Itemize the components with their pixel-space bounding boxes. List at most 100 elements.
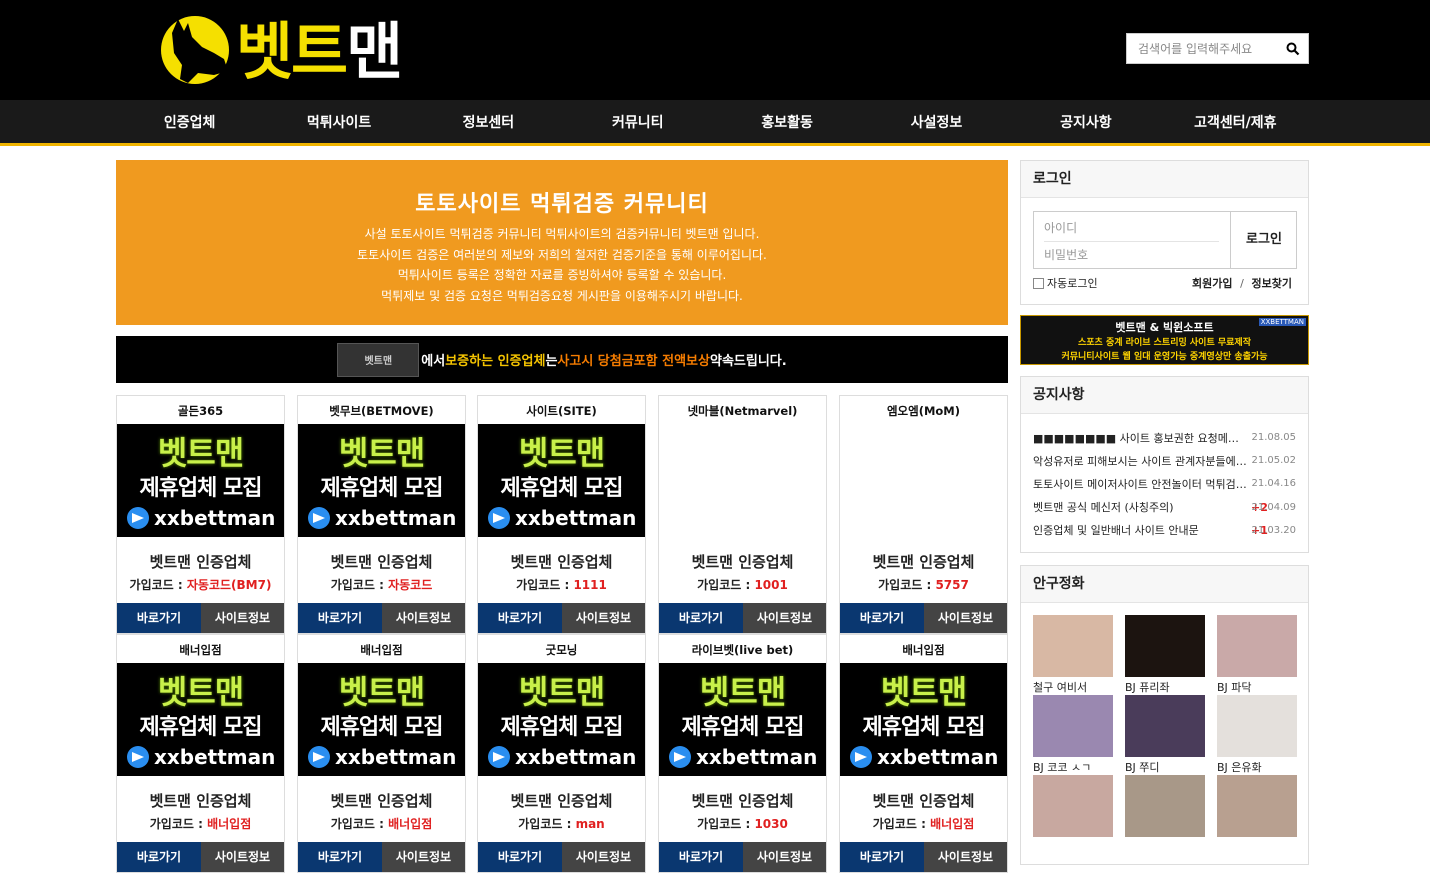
login-button[interactable]: 로그인 xyxy=(1230,212,1297,268)
gallery-item[interactable]: BJ 쭈디 xyxy=(1125,695,1207,775)
notice-item[interactable]: ■■■■■■■■ 사이트 홍보권한 요청메뉴 안내 21.08.05 xyxy=(1021,426,1308,449)
hero-banner: 토토사이트 먹튀검증 커뮤니티 사설 토토사이트 먹튀검증 커뮤니티 먹튀사이트… xyxy=(116,160,1008,325)
certified-card: 라이브벳(live bet) 벳트맨 제휴업체 모집 xxbettman 벳트맨 인증업… xyxy=(658,634,827,873)
password-field[interactable] xyxy=(1034,241,1230,269)
gallery-thumbnail xyxy=(1217,615,1297,677)
gallery-thumbnail xyxy=(1033,695,1113,757)
banner-line-1: 벳트맨 xyxy=(880,673,967,711)
site-info-button[interactable]: 사이트정보 xyxy=(562,603,645,633)
card-name: 벳트맨 인증업체 xyxy=(330,553,433,571)
nav-item-support[interactable]: 고객센터/제휴 xyxy=(1161,100,1310,146)
gallery-item[interactable] xyxy=(1217,775,1299,839)
banner-line-1: 벳트맨 xyxy=(157,434,244,472)
go-button[interactable]: 바로가기 xyxy=(659,842,743,872)
card-banner[interactable] xyxy=(840,424,1007,537)
ad-line-2: 스포츠 중계 라이브 스트리밍 사이트 무료제작 xyxy=(1078,338,1251,348)
certified-card: 배너입점 벳트맨 제휴업체 모집 xxbettman 벳트맨 인증업체 가입코드 : 배너… xyxy=(839,634,1008,873)
card-code: 가입코드 : 배너입점 xyxy=(872,817,975,831)
nav-item-info-center[interactable]: 정보센터 xyxy=(414,100,563,146)
card-banner[interactable]: 벳트맨 제휴업체 모집 xxbettman xyxy=(659,663,826,776)
card-banner[interactable]: 벳트맨 제휴업체 모집 xxbettman xyxy=(117,424,284,537)
telegram-icon xyxy=(308,746,330,768)
card-banner[interactable] xyxy=(659,424,826,537)
auto-login-checkbox[interactable] xyxy=(1033,277,1044,289)
card-title: 넷마블(Netmarvel) xyxy=(687,404,798,418)
banner-line-2: 제휴업체 모집 xyxy=(681,715,804,740)
find-info-link[interactable]: 정보찾기 xyxy=(1252,277,1292,290)
guarantee-text: 는 xyxy=(545,354,558,369)
site-info-button[interactable]: 사이트정보 xyxy=(924,842,1007,872)
site-info-button[interactable]: 사이트정보 xyxy=(201,603,284,633)
certified-card: 넷마블(Netmarvel) 벳트맨 인증업체 가입코드 : 1001 바로가기 사이트… xyxy=(658,395,827,634)
card-code: 가입코드 : 1111 xyxy=(516,578,607,592)
site-logo[interactable]: 벳트맨 xyxy=(158,13,458,91)
telegram-icon xyxy=(669,746,691,768)
card-banner[interactable]: 벳트맨 제휴업체 모집 xxbettman xyxy=(478,424,645,537)
banner-line-2: 제휴업체 모집 xyxy=(320,476,443,501)
notice-item[interactable]: 인증업체 및 일반배너 사이트 안내문 +1 21.03.20 xyxy=(1021,519,1308,542)
notice-text: 토토사이트 메이저사이트 안전놀이터 먹튀검증 커뮤니티 xyxy=(1033,477,1248,491)
username-field[interactable] xyxy=(1034,214,1230,242)
certified-card: 배너입점 벳트맨 제휴업체 모집 xxbettman 벳트맨 인증업체 가입코드 : 배너… xyxy=(297,634,466,873)
gallery-item[interactable] xyxy=(1033,775,1115,839)
go-button[interactable]: 바로가기 xyxy=(840,842,924,872)
gallery-item[interactable]: BJ 은유화 xyxy=(1217,695,1299,775)
nav-item-private-info[interactable]: 사설정보 xyxy=(862,100,1011,146)
search-box xyxy=(1126,33,1309,64)
search-icon[interactable] xyxy=(1286,42,1300,56)
site-info-button[interactable]: 사이트정보 xyxy=(382,842,465,872)
notice-date: 21.04.09 xyxy=(1251,501,1296,513)
nav-item-notices[interactable]: 공지사항 xyxy=(1011,100,1160,146)
gallery-item[interactable]: BJ 파닥 xyxy=(1217,615,1299,695)
gallery-item[interactable] xyxy=(1125,775,1207,839)
nav-item-certified[interactable]: 인증업체 xyxy=(115,100,264,146)
go-button[interactable]: 바로가기 xyxy=(117,842,201,872)
go-button[interactable]: 바로가기 xyxy=(117,603,201,633)
site-info-button[interactable]: 사이트정보 xyxy=(743,603,826,633)
go-button[interactable]: 바로가기 xyxy=(478,842,562,872)
site-info-button[interactable]: 사이트정보 xyxy=(743,842,826,872)
gallery-label: BJ 쭈디 xyxy=(1125,761,1160,774)
go-button[interactable]: 바로가기 xyxy=(659,603,743,633)
login-box: 로그인 로그인 자동로그인 회원가입 / 정보찾기 xyxy=(1020,160,1309,305)
site-info-button[interactable]: 사이트정보 xyxy=(382,603,465,633)
notice-item[interactable]: 악성유저로 피해보시는 사이트 관계자분들에게 알립니다21.05.02 xyxy=(1021,449,1308,472)
nav-item-promotion[interactable]: 홍보활동 xyxy=(713,100,862,146)
gallery-item[interactable]: BJ 퓨리좌 xyxy=(1125,615,1207,695)
card-banner[interactable]: 벳트맨 제휴업체 모집 xxbettman xyxy=(478,663,645,776)
search-input[interactable] xyxy=(1127,34,1277,63)
card-banner[interactable]: 벳트맨 제휴업체 모집 xxbettman xyxy=(298,424,465,537)
gallery-item[interactable]: BJ 코코 ㅅㄱ xyxy=(1033,695,1115,775)
card-name: 벳트맨 인증업체 xyxy=(872,792,975,810)
gallery-thumbnail xyxy=(1033,615,1113,677)
go-button[interactable]: 바로가기 xyxy=(298,842,382,872)
go-button[interactable]: 바로가기 xyxy=(840,603,924,633)
card-code: 가입코드 : man xyxy=(518,817,605,831)
site-info-button[interactable]: 사이트정보 xyxy=(562,842,645,872)
site-info-button[interactable]: 사이트정보 xyxy=(201,842,284,872)
card-name: 벳트맨 인증업체 xyxy=(330,792,433,810)
nav-item-community[interactable]: 커뮤니티 xyxy=(563,100,712,146)
notice-item[interactable]: 토토사이트 메이저사이트 안전놀이터 먹튀검증 커뮤니티21.04.16 xyxy=(1021,472,1308,495)
site-info-button[interactable]: 사이트정보 xyxy=(924,603,1007,633)
notice-text: 벳트맨 공식 메신저 (사칭주의) xyxy=(1033,501,1174,515)
auto-login[interactable]: 자동로그인 xyxy=(1033,275,1098,291)
go-button[interactable]: 바로가기 xyxy=(298,603,382,633)
guarantee-bar: 벳트맨 에서 보증하는 인증업체 는 사고시 당첨금포함 전액보상 약속드립니다… xyxy=(116,336,1008,383)
ad-tag: XXBETTMAN xyxy=(1258,318,1306,326)
join-link[interactable]: 회원가입 xyxy=(1192,277,1232,290)
telegram-icon xyxy=(127,746,149,768)
banner-line-1: 벳트맨 xyxy=(338,673,425,711)
gallery-item[interactable]: 철구 여비서 xyxy=(1033,615,1115,695)
card-banner[interactable]: 벳트맨 제휴업체 모집 xxbettman xyxy=(298,663,465,776)
wolf-logo-icon xyxy=(161,16,229,84)
card-banner[interactable]: 벳트맨 제휴업체 모집 xxbettman xyxy=(840,663,1007,776)
card-title: 굿모닝 xyxy=(545,643,578,657)
nav-item-scam-sites[interactable]: 먹튀사이트 xyxy=(264,100,413,146)
gallery-thumbnail xyxy=(1217,775,1297,837)
card-banner[interactable]: 벳트맨 제휴업체 모집 xxbettman xyxy=(117,663,284,776)
logo-text: 벳트맨 xyxy=(236,15,403,88)
ad-banner[interactable]: 벳트맨 & 빅윈소프트 스포츠 중계 라이브 스트리밍 사이트 무료제작 커뮤니… xyxy=(1020,315,1309,365)
go-button[interactable]: 바로가기 xyxy=(478,603,562,633)
notice-item[interactable]: 벳트맨 공식 메신저 (사칭주의) +2 21.04.09 xyxy=(1021,496,1308,519)
